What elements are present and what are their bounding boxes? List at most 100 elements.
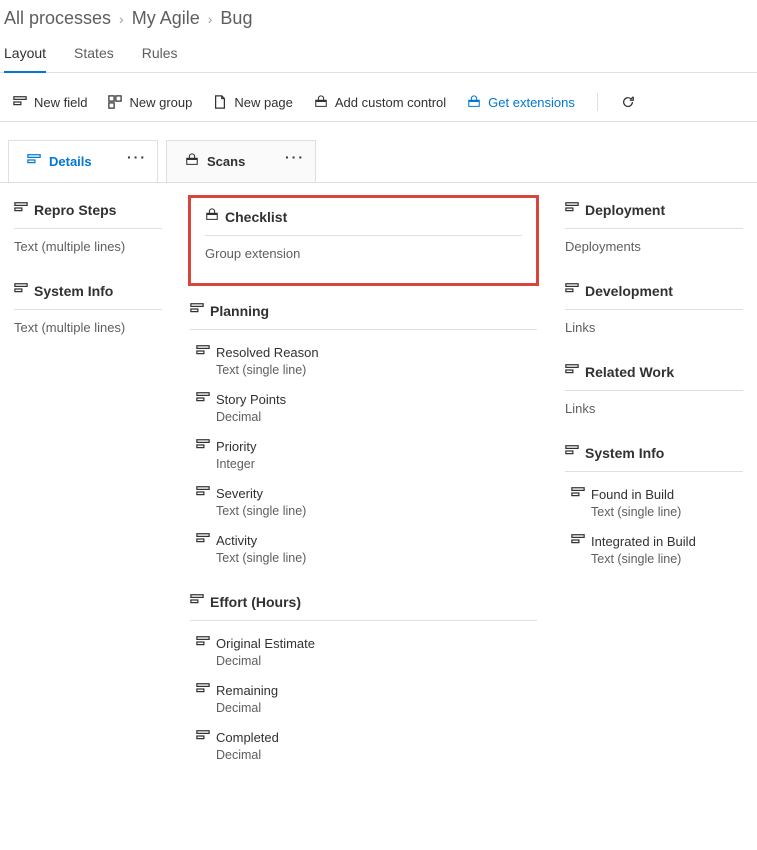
page-tab-details[interactable]: Details ···	[8, 140, 158, 182]
get-extensions-button[interactable]: Get extensions	[466, 94, 575, 110]
section-subtype: Deployments	[565, 239, 743, 254]
section-title: Development	[585, 283, 673, 299]
page-tab-details-label: Details	[49, 154, 92, 169]
section-title: Planning	[210, 303, 269, 319]
add-custom-control-label: Add custom control	[335, 95, 446, 110]
field-row[interactable]: Completed Decimal	[196, 729, 537, 762]
field-icon	[12, 94, 28, 110]
field-type: Integer	[216, 457, 537, 471]
section-effort: Effort (Hours) Original EstimateDecimalR…	[190, 593, 537, 762]
field-icon	[196, 391, 210, 408]
section-planning-header[interactable]: Planning	[190, 302, 537, 330]
new-group-button[interactable]: New group	[107, 94, 192, 110]
field-row[interactable]: Resolved Reason Text (single line)	[196, 344, 537, 377]
section-development[interactable]: Development Links	[565, 282, 743, 335]
section-subtype: Links	[565, 401, 743, 416]
page-tabs: Details ··· Scans ···	[0, 122, 757, 182]
new-group-label: New group	[129, 95, 192, 110]
field-type: Text (single line)	[216, 551, 537, 565]
field-row[interactable]: Original EstimateDecimal	[196, 635, 537, 668]
page-tab-details-menu[interactable]: ···	[127, 149, 147, 165]
field-name: Integrated in Build	[591, 534, 696, 549]
page-tab-scans[interactable]: Scans ···	[166, 140, 316, 182]
field-type: Decimal	[216, 701, 537, 715]
column-center: Checklist Group extension Planning Resol…	[176, 183, 551, 790]
section-subtype: Text (multiple lines)	[14, 320, 162, 335]
field-row[interactable]: Priority Integer	[196, 438, 537, 471]
field-type: Text (single line)	[216, 504, 537, 518]
field-icon	[196, 485, 210, 502]
tab-states[interactable]: States	[74, 39, 114, 72]
group-handle-icon	[190, 302, 204, 319]
field-name: Priority	[216, 439, 256, 454]
group-handle-icon	[565, 363, 579, 380]
section-subtype: Group extension	[205, 246, 522, 261]
toolbox-icon	[313, 94, 329, 110]
tab-rules[interactable]: Rules	[142, 39, 178, 72]
new-page-button[interactable]: New page	[212, 94, 293, 110]
add-custom-control-button[interactable]: Add custom control	[313, 94, 446, 110]
section-system-info-left[interactable]: System Info Text (multiple lines)	[14, 282, 162, 335]
group-handle-icon	[190, 593, 204, 610]
column-right: Deployment Deployments Development Links…	[551, 183, 757, 790]
section-subtype: Links	[565, 320, 743, 335]
section-related-work[interactable]: Related Work Links	[565, 363, 743, 416]
refresh-button[interactable]	[620, 94, 636, 110]
tab-layout[interactable]: Layout	[4, 39, 46, 73]
chevron-right-icon: ›	[208, 11, 213, 27]
field-name: Resolved Reason	[216, 345, 319, 360]
field-icon	[571, 533, 585, 550]
section-title: System Info	[34, 283, 113, 299]
field-icon	[196, 635, 210, 652]
field-row[interactable]: Remaining Decimal	[196, 682, 537, 715]
extension-icon	[205, 208, 219, 225]
breadcrumb-root[interactable]: All processes	[4, 8, 111, 29]
field-type: Text (single line)	[216, 363, 537, 377]
breadcrumb-process[interactable]: My Agile	[132, 8, 200, 29]
section-repro-steps[interactable]: Repro Steps Text (multiple lines)	[14, 201, 162, 254]
page-tab-scans-label: Scans	[207, 154, 245, 169]
toolbar-separator	[597, 93, 598, 111]
field-name: Completed	[216, 730, 279, 745]
section-title: Related Work	[585, 364, 674, 380]
group-handle-icon	[14, 282, 28, 299]
section-system-info-header[interactable]: System Info	[565, 444, 743, 472]
highlight-checklist: Checklist Group extension	[188, 195, 539, 286]
section-title: Effort (Hours)	[210, 594, 301, 610]
field-row[interactable]: Integrated in Build Text (single line)	[571, 533, 743, 566]
field-type: Decimal	[216, 748, 537, 762]
field-name: Remaining	[216, 683, 278, 698]
section-checklist[interactable]: Checklist	[205, 208, 522, 236]
group-handle-icon	[565, 282, 579, 299]
get-extensions-label: Get extensions	[488, 95, 575, 110]
breadcrumb-workitem[interactable]: Bug	[220, 8, 252, 29]
section-title: System Info	[585, 445, 664, 461]
section-deployment[interactable]: Deployment Deployments	[565, 201, 743, 254]
group-handle-icon	[565, 201, 579, 218]
field-type: Decimal	[216, 410, 537, 424]
new-page-label: New page	[234, 95, 293, 110]
field-name: Found in Build	[591, 487, 674, 502]
column-left: Repro Steps Text (multiple lines) System…	[0, 183, 176, 790]
page-icon	[212, 94, 228, 110]
section-effort-header[interactable]: Effort (Hours)	[190, 593, 537, 621]
group-handle-icon	[565, 444, 579, 461]
group-icon	[107, 94, 123, 110]
layout-columns: Repro Steps Text (multiple lines) System…	[0, 182, 757, 790]
field-icon	[196, 682, 210, 699]
field-row[interactable]: SeverityText (single line)	[196, 485, 537, 518]
field-row[interactable]: Story Points Decimal	[196, 391, 537, 424]
field-name: Original Estimate	[216, 636, 315, 651]
field-row[interactable]: Found in BuildText (single line)	[571, 486, 743, 519]
field-type: Text (single line)	[591, 552, 743, 566]
scans-icon	[185, 153, 199, 170]
section-subtype: Text (multiple lines)	[14, 239, 162, 254]
field-icon	[571, 486, 585, 503]
field-icon	[196, 438, 210, 455]
field-name: Story Points	[216, 392, 286, 407]
field-row[interactable]: ActivityText (single line)	[196, 532, 537, 565]
section-title: Repro Steps	[34, 202, 116, 218]
page-tab-scans-menu[interactable]: ···	[285, 149, 305, 165]
section-title: Deployment	[585, 202, 665, 218]
new-field-button[interactable]: New field	[12, 94, 87, 110]
